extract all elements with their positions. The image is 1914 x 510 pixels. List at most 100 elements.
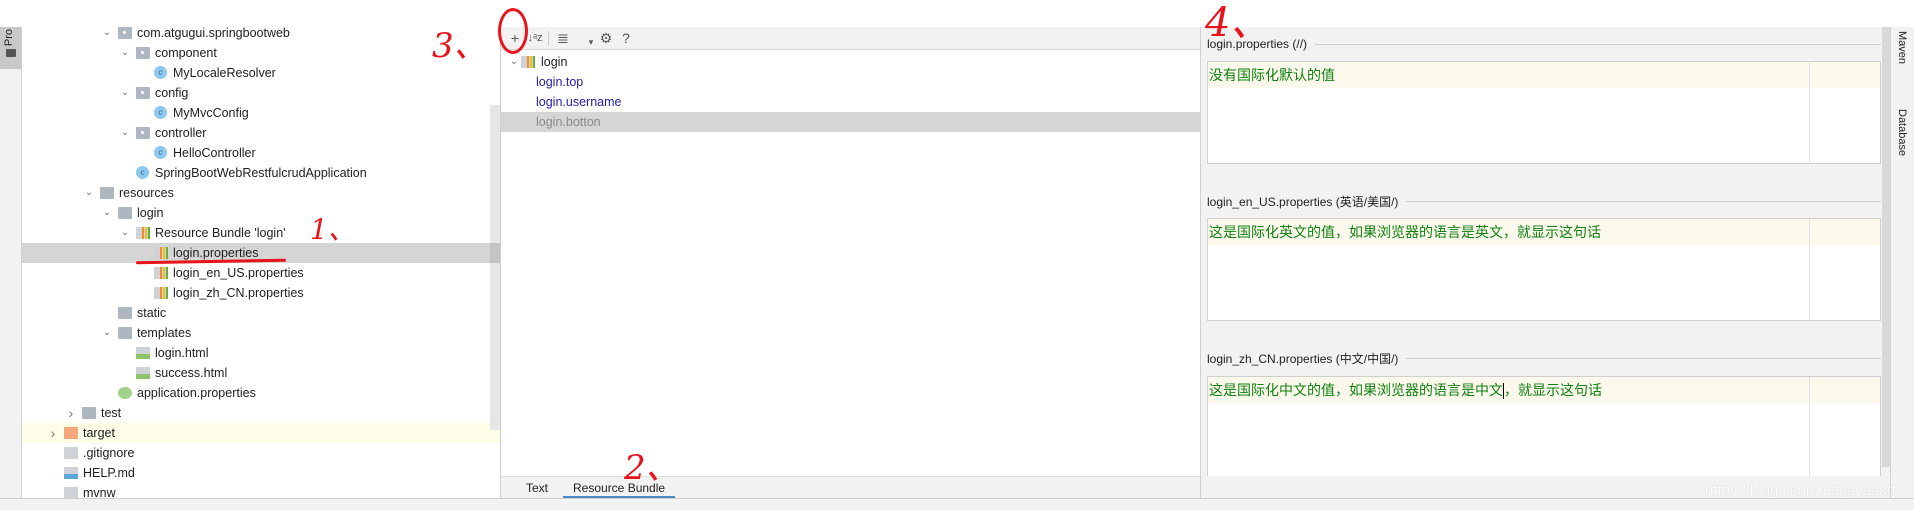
tree-node[interactable]: static (22, 303, 500, 323)
tree-node-label: .gitignore (83, 446, 135, 460)
chevron-down-icon[interactable]: ⌄ (101, 203, 113, 223)
divider (1315, 43, 1881, 45)
tree-node[interactable]: login_en_US.properties (22, 263, 500, 283)
tree-node[interactable]: HELP.md (22, 463, 500, 483)
chevron-down-icon[interactable]: ⌄ (119, 83, 131, 103)
status-bar (0, 498, 1914, 510)
maven-tool-tab[interactable]: Maven (1896, 31, 1908, 64)
divider (1406, 201, 1881, 202)
tree-node-label: login_en_US.properties (173, 266, 304, 280)
project-tool-tab[interactable]: Pro (0, 27, 21, 69)
scrollbar-thumb[interactable] (490, 243, 500, 263)
folder-icon (118, 327, 132, 339)
tree-node[interactable]: mvnw (22, 483, 500, 498)
sort-alphabetically-button[interactable]: ↓ᵃz (525, 29, 545, 48)
annotation-3: 3、 (432, 26, 488, 66)
chevron-down-icon[interactable]: ⌄ (119, 223, 131, 243)
tree-node-label: login.html (155, 346, 209, 360)
html-file-icon (136, 367, 150, 379)
property-key-label: login.username (536, 95, 622, 109)
locale-header-en-us: login_en_US.properties (英语/美国/) (1207, 193, 1881, 210)
chevron-right-icon[interactable]: › (65, 403, 77, 423)
annotation-1: 1、 (310, 213, 356, 246)
value-text-after-caret: ，就显示这句话 (1504, 382, 1602, 398)
package-icon (136, 47, 150, 59)
chevron-down-icon[interactable]: ⌄ (83, 183, 95, 203)
folder-icon (82, 407, 96, 419)
tree-node-label: static (137, 306, 167, 320)
tree-node[interactable]: application.properties (22, 383, 500, 403)
values-scrollbar[interactable] (1882, 27, 1890, 467)
tree-node[interactable]: › test (22, 403, 500, 423)
settings-gear-button[interactable]: ⚙ (596, 29, 616, 48)
value-editor-en-us[interactable]: 这是国际化英文的值，如果浏览器的语言是英文，就显示这句话 (1207, 218, 1881, 321)
package-icon (136, 127, 150, 139)
group-by-prefix-button[interactable]: ≣ (553, 29, 573, 48)
left-tool-window-strip: Pro (0, 27, 22, 510)
tree-node[interactable]: success.html (22, 363, 500, 383)
value-text[interactable]: 没有国际化默认的值 (1208, 62, 1880, 88)
tree-node-label: MyMvcConfig (173, 106, 249, 120)
tree-node-label: resources (119, 186, 174, 200)
tab-text[interactable]: Text (526, 477, 548, 499)
value-editor-zh-cn[interactable]: 这是国际化中文的值，如果浏览器的语言是中文，就显示这句话 (1207, 376, 1881, 476)
property-key-row[interactable]: login.botton (501, 112, 1200, 132)
right-margin-line (1809, 377, 1810, 476)
locale-header-label: login_zh_CN.properties (中文/中国/) (1207, 352, 1399, 366)
properties-file-icon (154, 247, 168, 259)
help-button[interactable]: ? (616, 29, 636, 48)
right-tool-window-strip: Maven Database (1890, 27, 1914, 498)
chevron-right-icon[interactable]: › (47, 423, 59, 443)
resource-bundle-keys-panel: + ↓ᵃz ≣ ▾ ⚙ ? ⌄ login login.top login.use… (500, 27, 1201, 499)
tree-node[interactable]: login.html (22, 343, 500, 363)
tree-node[interactable]: c SpringBootWebRestfulcrudApplication (22, 163, 500, 183)
tree-node[interactable]: c HelloController (22, 143, 500, 163)
value-editor-default[interactable]: 没有国际化默认的值 (1207, 61, 1881, 164)
project-tree-scrollbar[interactable] (490, 105, 500, 430)
package-icon (136, 87, 150, 99)
value-text[interactable]: 这是国际化中文的值，如果浏览器的语言是中文，就显示这句话 (1208, 377, 1880, 403)
value-text-before-caret: 这是国际化中文的值，如果浏览器的语言是中文 (1209, 382, 1503, 398)
project-tree[interactable]: ⌄ com.atgugui.springbootweb ⌄ component c MyL… (22, 27, 500, 498)
tree-node[interactable]: ⌄ Resource Bundle 'login' (22, 223, 500, 243)
property-key-label: login.top (536, 75, 584, 89)
resource-bundle-icon (521, 56, 535, 68)
bundle-root-label: login (541, 55, 568, 69)
tree-node[interactable]: c MyLocaleResolver (22, 63, 500, 83)
tree-node-label: templates (137, 326, 192, 340)
tree-node[interactable]: .gitignore (22, 443, 500, 463)
right-margin-line (1809, 219, 1810, 320)
tree-node-label: HELP.md (83, 466, 135, 480)
tree-node[interactable]: ⌄ templates (22, 323, 500, 343)
tree-node[interactable]: ⌄ component (22, 43, 500, 63)
watermark: https://blog.csdn.net/javaasd (1705, 482, 1896, 499)
class-icon: c (154, 146, 167, 159)
chevron-down-icon[interactable]: ⌄ (508, 52, 520, 72)
property-key-row[interactable]: login.username (501, 92, 1200, 112)
tree-node-label: Resource Bundle 'login' (155, 226, 286, 240)
tree-node[interactable]: c MyMvcConfig (22, 103, 500, 123)
locale-header-default: login.properties (//) (1207, 37, 1881, 51)
excluded-folder-icon (64, 427, 78, 439)
tree-node[interactable]: ⌄ login (22, 203, 500, 223)
tree-node[interactable]: ⌄ com.atgugui.springbootweb (22, 27, 500, 43)
folder-icon (118, 307, 132, 319)
chevron-down-icon[interactable]: ⌄ (119, 123, 131, 143)
class-icon: c (154, 106, 167, 119)
tree-node-label: component (155, 46, 217, 60)
chevron-down-icon[interactable]: ⌄ (119, 43, 131, 63)
tree-node[interactable]: login_zh_CN.properties (22, 283, 500, 303)
property-key-row[interactable]: login.top (501, 72, 1200, 92)
value-text[interactable]: 这是国际化英文的值，如果浏览器的语言是英文，就显示这句话 (1208, 219, 1880, 245)
top-bar (0, 0, 1914, 27)
tree-node[interactable]: ⌄ controller (22, 123, 500, 143)
chevron-down-icon[interactable]: ⌄ (101, 323, 113, 343)
tree-node-label: HelloController (173, 146, 256, 160)
tree-node[interactable]: ⌄ config (22, 83, 500, 103)
folder-icon (118, 207, 132, 219)
database-tool-tab[interactable]: Database (1896, 109, 1908, 156)
tree-node[interactable]: › target (22, 423, 500, 443)
tree-node[interactable]: ⌄ resources (22, 183, 500, 203)
chevron-down-icon[interactable]: ⌄ (101, 27, 113, 43)
bundle-root-node[interactable]: ⌄ login (501, 52, 1200, 72)
